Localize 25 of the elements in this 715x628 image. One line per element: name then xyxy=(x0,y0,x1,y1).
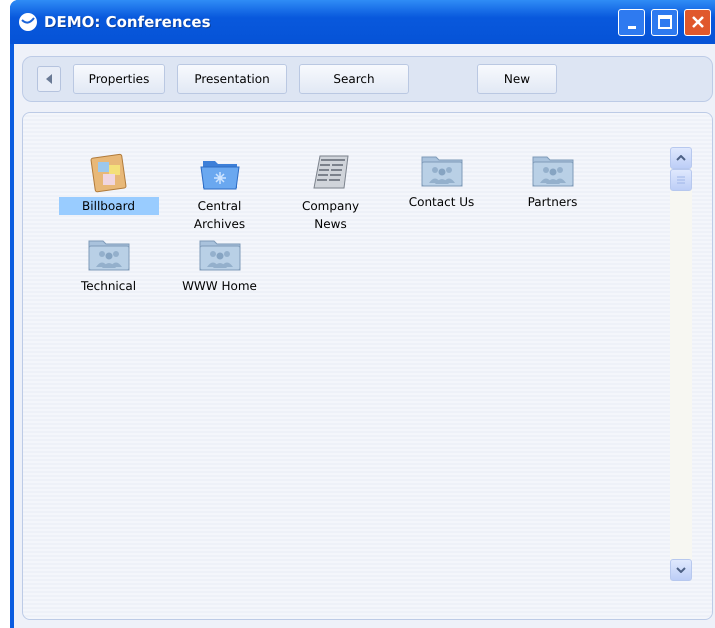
item-label[interactable]: WWW Home xyxy=(170,277,270,295)
scroll-down-icon[interactable] xyxy=(670,559,692,581)
item-label[interactable]: Billboard xyxy=(58,197,158,215)
toolbar-button[interactable]: New xyxy=(477,64,557,94)
window-title: DEMO: Conferences xyxy=(44,13,212,31)
item-label[interactable]: Company News xyxy=(280,197,380,233)
maximize-icon xyxy=(658,15,672,29)
item-label[interactable]: Partners xyxy=(502,193,602,211)
toolbar-button[interactable]: Properties xyxy=(73,64,165,94)
close-icon xyxy=(690,15,704,29)
sidebar-toggle-button[interactable] xyxy=(37,66,61,92)
close-button[interactable] xyxy=(684,8,711,36)
scroll-thumb[interactable] xyxy=(670,169,692,191)
triangle-left-icon xyxy=(44,73,54,85)
item-label[interactable]: Contact Us xyxy=(392,193,492,211)
app-logo-icon xyxy=(18,12,38,32)
item-label[interactable]: Central Archives xyxy=(170,197,270,233)
toolbar-button[interactable]: Presentation xyxy=(177,64,287,94)
minimize-button[interactable] xyxy=(618,8,645,36)
toolbar-button[interactable]: Search xyxy=(299,64,409,94)
item-label[interactable]: Technical xyxy=(58,277,158,295)
maximize-button[interactable] xyxy=(651,8,678,36)
scrollbar[interactable] xyxy=(670,147,692,581)
minimize-icon xyxy=(628,26,636,28)
scroll-up-icon[interactable] xyxy=(670,147,692,169)
